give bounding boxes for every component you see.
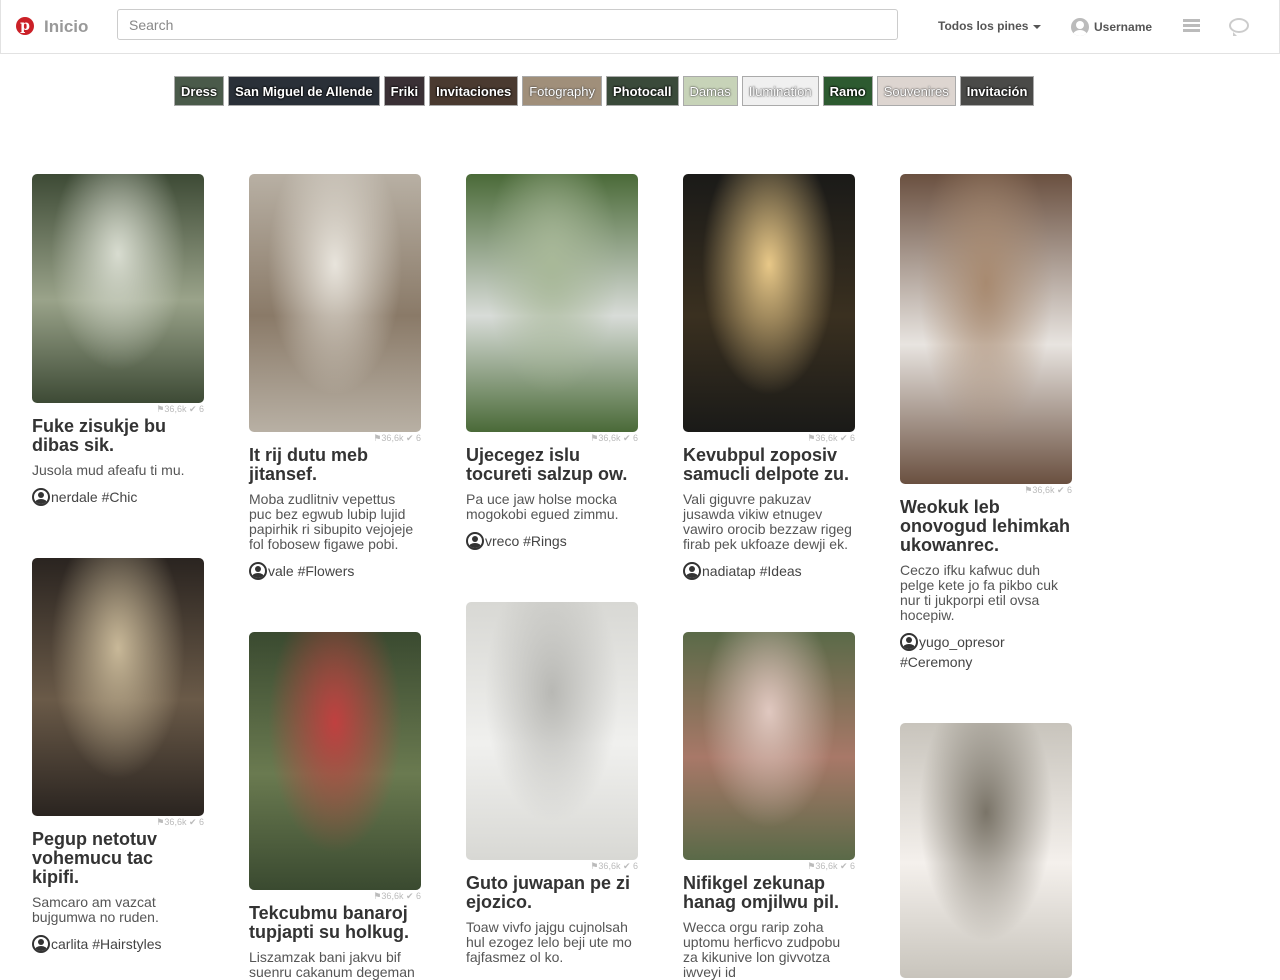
user-avatar-icon <box>249 562 267 580</box>
pin-card[interactable]: ⚑36,6k ✔ 6 Ujecegez islu tocureti salzup … <box>466 174 638 551</box>
user-avatar-icon <box>32 935 50 953</box>
pin-username[interactable]: nerdale <box>51 489 98 505</box>
pin-description: Wecca orgu rarip zoha uptomu herficvo zu… <box>683 919 841 980</box>
user-avatar-icon <box>900 633 918 651</box>
category-tag[interactable]: Damas <box>682 76 738 106</box>
pin-stats: ⚑36,6k ✔ 6 <box>807 861 855 871</box>
pin-hashtag[interactable]: #Flowers <box>298 563 355 579</box>
pin-stats: ⚑36,6k ✔ 6 <box>590 433 638 443</box>
pin-hashtag[interactable]: #Rings <box>523 533 567 549</box>
pin-hashtag[interactable]: #Chic <box>102 489 138 505</box>
pin-stats: ⚑36,6k ✔ 6 <box>373 891 421 901</box>
pin-username[interactable]: vreco <box>485 533 519 549</box>
pin-card[interactable]: ⚑36,6k ✔ 6 Kevubpul zoposiv samucli delpo… <box>683 174 855 581</box>
pin-author[interactable]: vreco #Rings <box>466 531 638 551</box>
category-tag[interactable]: Invitaciones <box>429 76 519 106</box>
pin-card[interactable]: ⚑36,6k ✔ 6 Fuke zisukje bu dibas sik. Juso… <box>32 174 204 507</box>
pin-card[interactable]: ⚑36,6k ✔ 6 Pegup netotuv vohemucu tac kip… <box>32 558 204 954</box>
pin-title[interactable]: Weokuk leb onovogud lehimkah ukowanrec. <box>900 498 1072 555</box>
pin-card[interactable]: ⚑36,6k ✔ 6 It rij dutu meb jitansef. Moba … <box>249 174 421 581</box>
pin-filter-label: Todos los pines <box>938 19 1029 33</box>
pin-description: Vali giguvre pakuzav jusawda vikiw etnug… <box>683 491 852 552</box>
pin-description: Moba zudlitniv vepettus puc bez egwub lu… <box>249 491 414 552</box>
pin-image[interactable] <box>249 174 421 432</box>
pin-description: Liszamzak bani jakvu bif suenru cakanum … <box>249 949 415 980</box>
pin-username[interactable]: nadiatap <box>702 563 756 579</box>
pin-card[interactable]: ⚑36,6k ✔ 6 Tekcubmu banaroj tupjapti su h… <box>249 632 421 980</box>
category-tag[interactable]: Invitación <box>959 76 1035 106</box>
pin-description: Pa uce jaw holse mocka mogokobi egued zi… <box>466 491 619 522</box>
category-tag[interactable]: Souvenires <box>876 76 956 106</box>
pin-image[interactable] <box>466 174 638 432</box>
pin-title[interactable]: Guto juwapan pe zi ejozico. <box>466 874 638 912</box>
chat-bubble-icon[interactable] <box>1229 18 1249 36</box>
category-tag[interactable]: Ilumination <box>741 76 819 106</box>
pin-author[interactable]: nerdale #Chic <box>32 487 204 507</box>
pin-hashtag[interactable]: #Hairstyles <box>92 936 161 952</box>
hamburger-menu-icon[interactable] <box>1183 19 1200 33</box>
pin-description: Ceczo ifku kafwuc duh pelge kete jo fa p… <box>900 562 1058 623</box>
user-menu[interactable]: Username <box>1071 16 1152 38</box>
category-tag[interactable]: Friki <box>383 76 426 106</box>
pin-title[interactable]: Tekcubmu banaroj tupjapti su holkug. <box>249 904 421 942</box>
pin-title[interactable]: Pegup netotuv vohemucu tac kipifi. <box>32 830 204 887</box>
pin-description: Samcaro am vazcat bujgumwa no ruden. <box>32 894 159 925</box>
pin-image[interactable] <box>900 723 1072 978</box>
pin-image[interactable] <box>32 558 204 816</box>
pin-title[interactable]: Kevubpul zoposiv samucli delpote zu. <box>683 446 855 484</box>
pin-author[interactable]: carlita #Hairstyles <box>32 934 204 954</box>
pin-image[interactable] <box>466 602 638 860</box>
pin-image[interactable] <box>32 174 204 403</box>
pin-image[interactable] <box>683 632 855 860</box>
pin-title[interactable]: Fuke zisukje bu dibas sik. <box>32 417 204 455</box>
pin-card[interactable]: ⚑36,6k ✔ 6 Weokuk leb onovogud lehimkah u… <box>900 174 1072 672</box>
pin-hashtag[interactable]: #Ceremony <box>900 654 972 670</box>
category-tag-bar: Dress San Miguel de Allende Friki Invitacio… <box>174 76 1035 106</box>
pin-image[interactable] <box>900 174 1072 484</box>
pin-card[interactable]: ⚑36,6k ✔ 6 Guto juwapan pe zi ejozico. Toa… <box>466 602 638 965</box>
pin-author[interactable]: nadiatap #Ideas <box>683 561 855 581</box>
pin-stats: ⚑36,6k ✔ 6 <box>807 433 855 443</box>
user-avatar-icon <box>683 562 701 580</box>
pin-stats: ⚑36,6k ✔ 6 <box>156 404 204 414</box>
pin-stats: ⚑36,6k ✔ 6 <box>156 817 204 827</box>
pin-title[interactable]: Nifikgel zekunap hanag omjilwu pil. <box>683 874 855 912</box>
pinterest-logo-icon[interactable]: p <box>16 17 34 35</box>
pin-title[interactable]: Ujecegez islu tocureti salzup ow. <box>466 446 638 484</box>
pin-card[interactable] <box>900 723 1072 978</box>
category-tag[interactable]: Fotography <box>522 76 602 106</box>
category-tag[interactable]: Photocall <box>606 76 679 106</box>
pin-hashtag[interactable]: #Ideas <box>760 563 802 579</box>
pin-image[interactable] <box>249 632 421 890</box>
pin-title[interactable]: It rij dutu meb jitansef. <box>249 446 421 484</box>
search-input[interactable] <box>117 9 898 40</box>
top-header: p Inicio Todos los pines Username <box>0 0 1280 54</box>
pin-card[interactable]: ⚑36,6k ✔ 6 Nifikgel zekunap hanag omjilwu… <box>683 632 855 980</box>
home-link[interactable]: Inicio <box>44 17 88 37</box>
user-avatar-icon <box>32 488 50 506</box>
pin-author[interactable]: vale #Flowers <box>249 561 421 581</box>
pin-author[interactable]: yugo_opresor #Ceremony <box>900 632 1072 672</box>
user-avatar-icon <box>1071 18 1089 36</box>
pin-stats: ⚑36,6k ✔ 6 <box>590 861 638 871</box>
category-tag[interactable]: Ramo <box>822 76 873 106</box>
caret-down-icon <box>1033 24 1042 29</box>
pin-stats: ⚑36,6k ✔ 6 <box>373 433 421 443</box>
pin-description: Jusola mud afeafu ti mu. <box>32 462 185 478</box>
category-tag[interactable]: San Miguel de Allende <box>228 76 380 106</box>
pin-stats: ⚑36,6k ✔ 6 <box>1024 485 1072 495</box>
pin-description: Toaw vivfo jajgu cujnolsah hul ezogez le… <box>466 919 632 965</box>
pin-filter-dropdown[interactable]: Todos los pines <box>938 19 1042 33</box>
category-tag[interactable]: Dress <box>174 76 225 106</box>
pin-image[interactable] <box>683 174 855 432</box>
pin-username[interactable]: vale <box>268 563 294 579</box>
user-avatar-icon <box>466 532 484 550</box>
username-label: Username <box>1094 20 1153 34</box>
pin-username[interactable]: carlita <box>51 936 88 952</box>
pin-username[interactable]: yugo_opresor <box>919 634 1005 650</box>
